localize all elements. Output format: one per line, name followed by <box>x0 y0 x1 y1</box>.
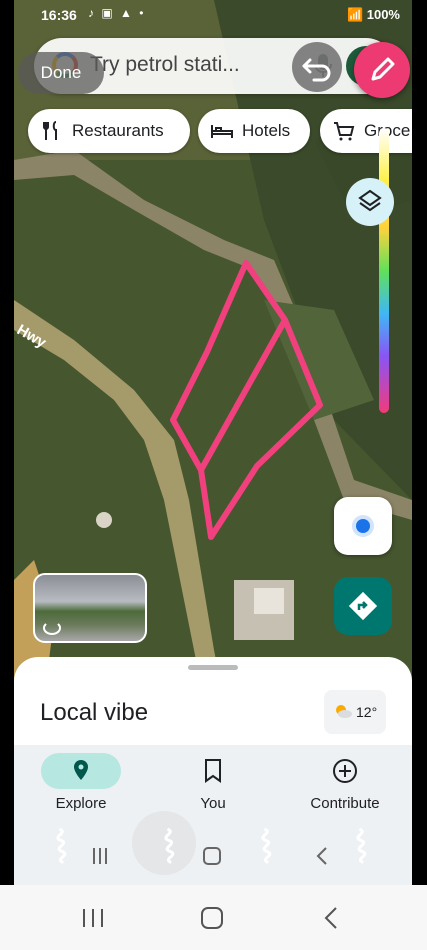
home-button[interactable] <box>197 905 227 931</box>
directions-button[interactable] <box>334 577 392 635</box>
tab-pill <box>173 753 253 789</box>
layers-icon <box>358 189 382 212</box>
cart-icon <box>334 122 355 141</box>
bookmark-icon <box>205 759 221 783</box>
search-placeholder[interactable]: Try petrol stati... <box>90 53 240 77</box>
directions-icon <box>348 591 378 621</box>
chip-hotels[interactable]: Hotels <box>198 109 310 153</box>
chip-restaurants[interactable]: Restaurants <box>28 109 190 153</box>
battery-indicator: 📶 100% <box>346 7 400 22</box>
undo-button[interactable] <box>292 42 342 92</box>
chip-label: Restaurants <box>72 121 164 140</box>
partly-cloudy-icon <box>336 705 352 718</box>
map-frame: Hwy 16:36 ♪ ▣ ▲ • 📶 100% Try petrol stat… <box>14 0 412 885</box>
sheet-title: Local vibe <box>40 699 149 726</box>
chip-label: Hotels <box>242 121 291 140</box>
status-time: 16:36 <box>41 7 77 23</box>
add-circle-icon <box>333 759 357 783</box>
weather-badge[interactable]: 12° <box>324 690 386 734</box>
pen-button[interactable] <box>354 42 410 98</box>
location-pin-icon <box>74 760 88 780</box>
my-location-icon <box>356 519 370 533</box>
my-location-button[interactable] <box>334 497 392 555</box>
restaurant-icon <box>43 121 57 140</box>
done-button[interactable]: Done <box>18 52 104 94</box>
rotate-360-icon <box>43 621 61 635</box>
system-nav-bar <box>0 885 427 950</box>
hotel-icon <box>211 125 233 138</box>
recent-apps-button[interactable] <box>78 905 108 931</box>
drag-handle[interactable] <box>188 665 238 670</box>
tab-pill <box>41 753 121 789</box>
tab-pill <box>305 753 385 789</box>
status-bar: 16:36 ♪ ▣ ▲ • 📶 100% <box>14 0 412 30</box>
pen-icon <box>371 57 395 81</box>
chip-groceries[interactable]: Groce <box>320 109 412 153</box>
weather-temp: 12° <box>356 704 378 720</box>
status-icons: ♪ ▣ ▲ • <box>88 6 146 20</box>
layers-button[interactable] <box>346 178 394 226</box>
overlay-nav-ghost <box>56 811 367 875</box>
color-picker-slider[interactable] <box>379 128 389 413</box>
street-view-thumbnail[interactable] <box>33 573 147 643</box>
back-button[interactable] <box>318 905 348 931</box>
undo-icon <box>302 58 331 82</box>
